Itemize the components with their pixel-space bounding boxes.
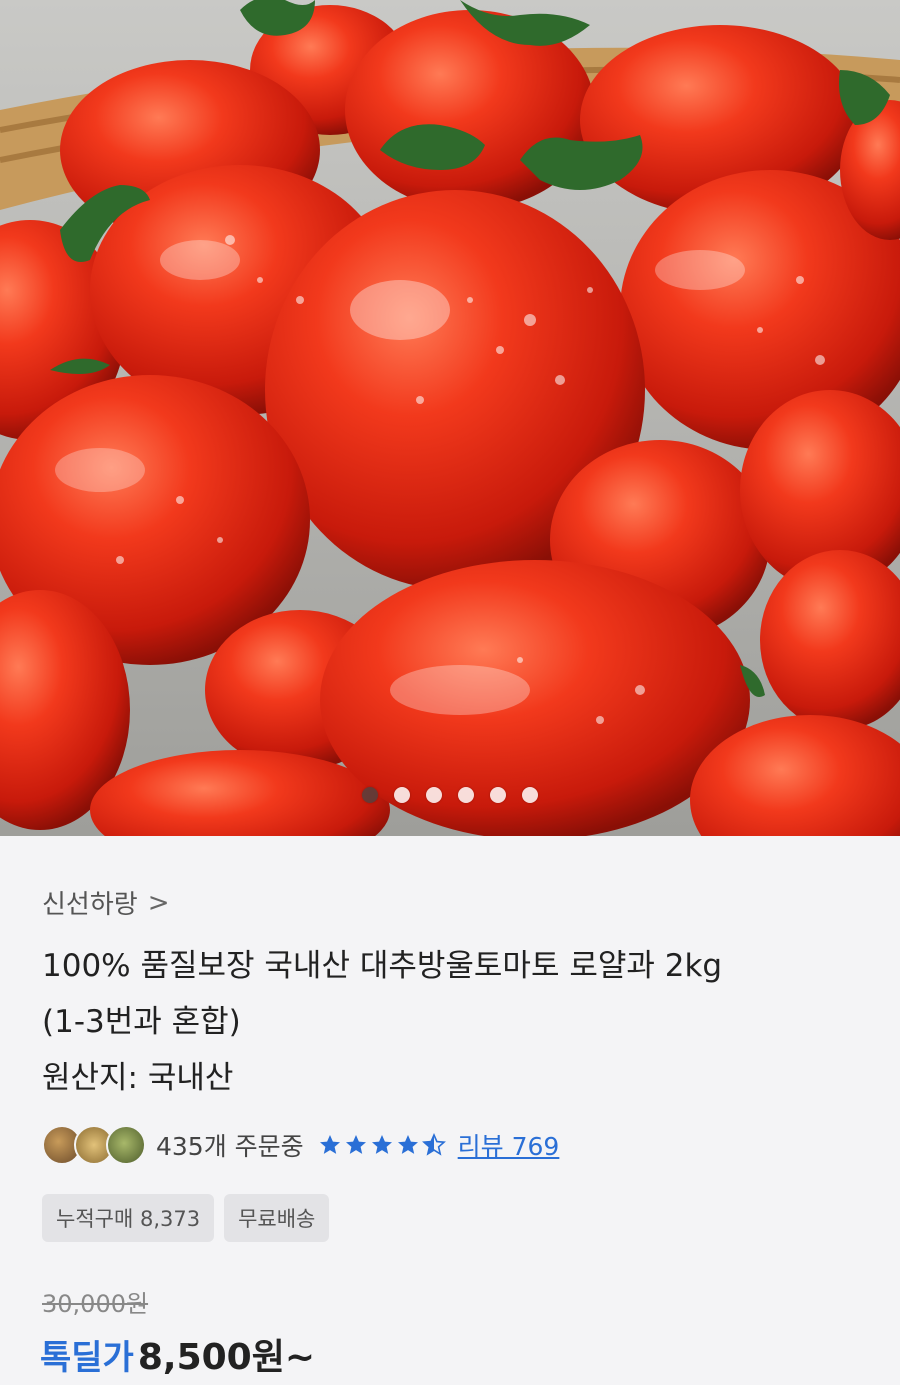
original-price: 30,000원	[42, 1290, 149, 1318]
product-tags: 누적구매 8,373 무료배송	[42, 1194, 330, 1242]
order-count: 435개 주문중	[156, 1132, 304, 1161]
deal-label: 톡딜가	[40, 1338, 134, 1378]
carousel-dot[interactable]	[426, 787, 442, 803]
star-icon	[319, 1135, 340, 1154]
avatar	[106, 1125, 146, 1165]
product-origin: 원산지: 국내산	[42, 1060, 234, 1096]
product-info: 신선하랑 > 100% 품질보장 국내산 대추방울토마토 로얄과 2kg (1-…	[0, 836, 900, 1385]
review-link[interactable]: 리뷰 769	[458, 1127, 560, 1163]
carousel-dot[interactable]	[522, 787, 538, 803]
deal-price-row: 톡딜가 8,500원~	[40, 1328, 315, 1380]
order-stats: 435개 주문중 리뷰 769	[42, 1124, 559, 1166]
carousel-dot[interactable]	[394, 787, 410, 803]
product-title: 100% 품질보장 국내산 대추방울토마토 로얄과 2kg (1-3번과 혼합)	[42, 938, 862, 1050]
star-rating	[318, 1133, 446, 1157]
tag-cumulative-purchases: 누적구매 8,373	[42, 1194, 215, 1242]
star-icon	[345, 1135, 366, 1154]
product-image[interactable]	[0, 0, 900, 836]
carousel-dot[interactable]	[458, 787, 474, 803]
star-icon	[397, 1135, 418, 1154]
deal-price: 8,500원~	[137, 1337, 315, 1378]
product-title-line2: (1-3번과 혼합)	[42, 1004, 241, 1040]
chevron-right-icon: >	[147, 887, 170, 918]
buyer-avatars	[42, 1124, 146, 1166]
carousel-indicator[interactable]	[0, 787, 900, 803]
seller-name: 신선하랑	[42, 890, 138, 920]
product-title-line1: 100% 품질보장 국내산 대추방울토마토 로얄과 2kg	[42, 948, 723, 984]
star-icon	[371, 1135, 392, 1154]
star-half-icon	[421, 1133, 446, 1156]
seller-link[interactable]: 신선하랑 >	[42, 884, 169, 921]
tag-free-shipping: 무료배송	[224, 1194, 330, 1242]
carousel-dot[interactable]	[490, 787, 506, 803]
carousel-dot[interactable]	[362, 787, 378, 803]
tomato-photo	[0, 0, 900, 836]
